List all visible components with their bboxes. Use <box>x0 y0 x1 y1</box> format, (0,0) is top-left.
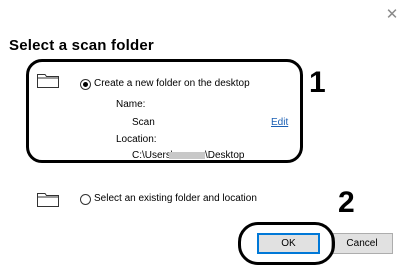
option-existing-label: Select an existing folder and location <box>94 193 257 204</box>
callout-frame-1 <box>26 59 303 163</box>
callout-frame-2 <box>238 222 335 265</box>
close-button[interactable]: ✕ <box>384 7 400 23</box>
callout-number-2: 2 <box>338 186 355 219</box>
radio-select-existing-folder[interactable] <box>80 194 91 205</box>
callout-number-1: 1 <box>309 66 326 99</box>
folder-icon <box>37 193 59 207</box>
dialog-title: Select a scan folder <box>9 37 154 54</box>
cancel-button[interactable]: Cancel <box>331 233 393 254</box>
